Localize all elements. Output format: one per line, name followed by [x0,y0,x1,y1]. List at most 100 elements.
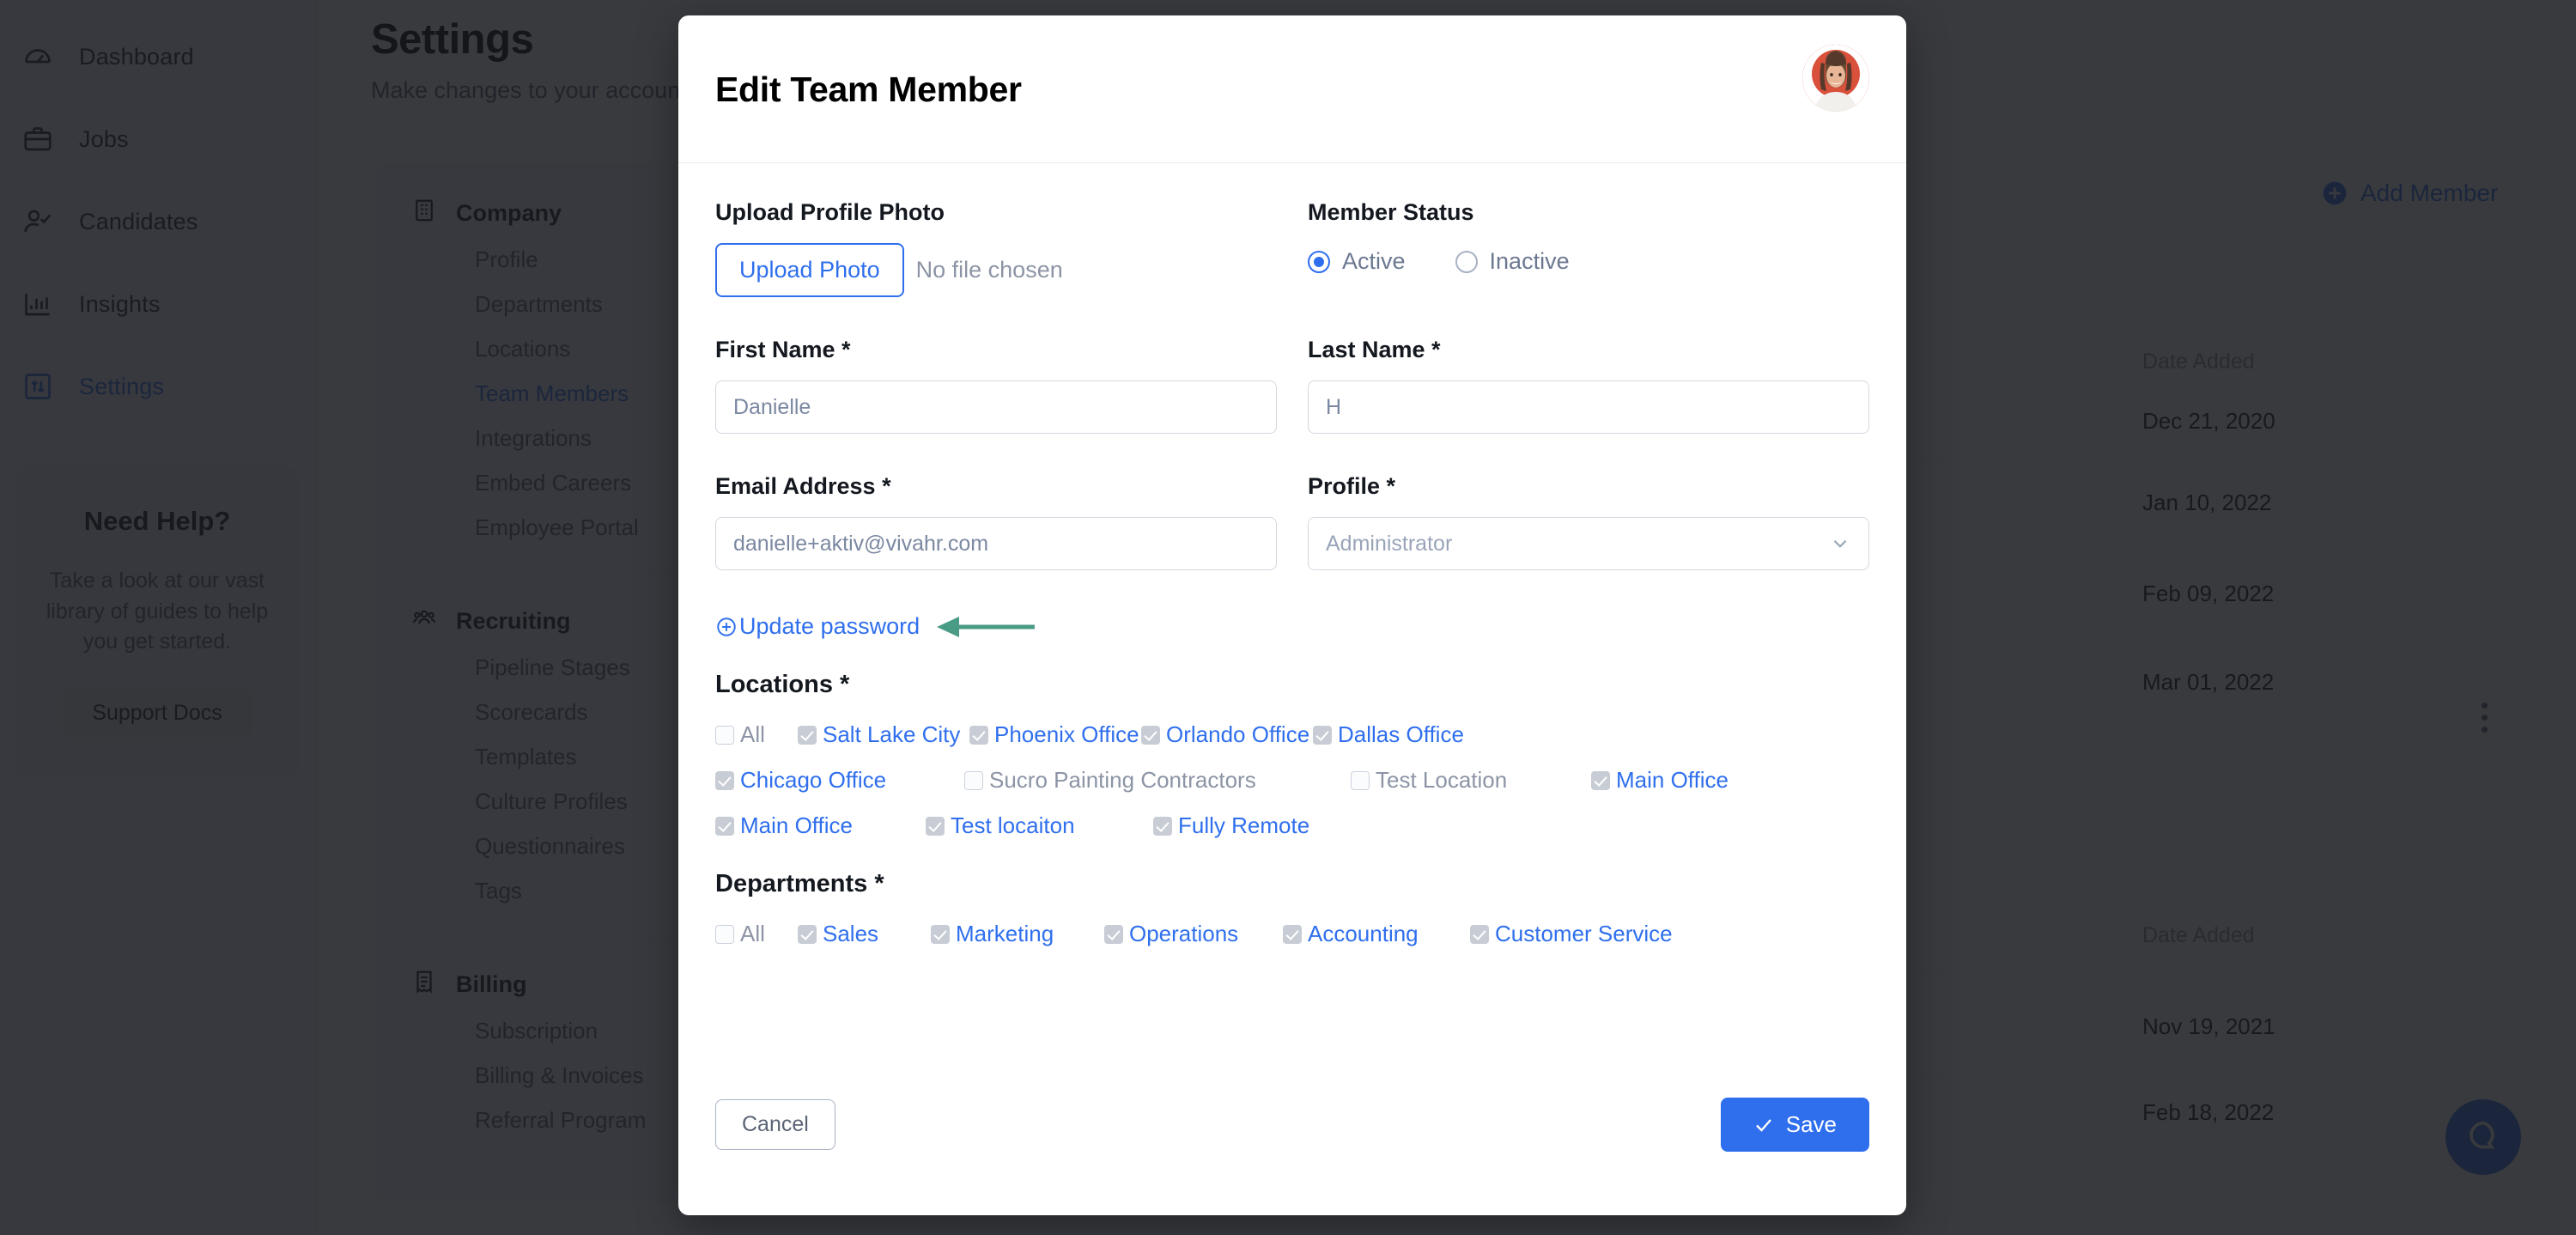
checkbox-box [798,924,817,944]
checkbox-box [1104,924,1123,944]
checkbox-box [715,725,734,745]
checkbox-row: Main Office Test locaiton Fully Remote [715,812,1869,839]
first-name-input[interactable]: Danielle [715,380,1277,434]
checkbox-box [1283,924,1302,944]
first-name-label: First Name * [715,337,851,362]
profile-select-value: Administrator [1326,531,1453,556]
checkbox-dept-accounting[interactable]: Accounting [1283,921,1470,947]
email-label: Email Address * [715,473,891,499]
checkbox-label: All [740,921,765,946]
chevron-down-icon [1829,532,1851,555]
checkbox-label: Test locaiton [951,812,1075,838]
checkbox-test-locaiton[interactable]: Test locaiton [926,812,1153,839]
checkbox-label: Phoenix Office [994,721,1139,747]
checkbox-label: Salt Lake City [823,721,961,747]
radio-active[interactable]: Active [1308,248,1406,275]
checkbox-dept-all[interactable]: All [715,921,798,947]
checkbox-box [964,770,983,790]
checkbox-label: Operations [1129,921,1239,946]
checkbox-box [1141,725,1160,745]
checkbox-label: Chicago Office [740,767,887,793]
locations-checkbox-group: All Salt Lake City Phoenix Office Orland… [715,721,1869,839]
departments-label: Departments * [715,870,884,897]
upload-photo-button[interactable]: Upload Photo [715,243,904,297]
checkbox-label: Main Office [1616,767,1729,793]
locations-label: Locations * [715,671,850,698]
checkbox-dept-operations[interactable]: Operations [1104,921,1283,947]
plus-circle-icon [715,616,738,638]
radio-label: Active [1342,248,1406,274]
last-name-group: Last Name * H [1308,337,1869,434]
upload-photo-group: Upload Profile Photo Upload Photo No fil… [715,199,1277,297]
checkbox-orlando-office[interactable]: Orlando Office [1141,721,1313,748]
checkbox-dallas-office[interactable]: Dallas Office [1313,721,1464,748]
file-status-text: No file chosen [915,257,1063,283]
checkbox-phoenix-office[interactable]: Phoenix Office [969,721,1141,748]
checkbox-row: All Sales Marketing Operations Accountin… [715,921,1869,947]
checkbox-box [1351,770,1370,790]
checkbox-label: Accounting [1308,921,1419,946]
checkbox-label: Test Location [1376,767,1508,793]
user-avatar-photo [1802,45,1869,112]
checkbox-box [926,816,945,836]
checkbox-box [715,770,734,790]
update-password-label: Update password [739,613,920,639]
last-name-label: Last Name * [1308,337,1441,362]
first-name-group: First Name * Danielle [715,337,1277,434]
member-status-label: Member Status [1308,199,1474,225]
checkbox-label: Sucro Painting Contractors [989,767,1256,793]
checkbox-label: Customer Service [1495,921,1673,946]
checkbox-label: Fully Remote [1178,812,1310,838]
checkbox-sucro-painting-contractors[interactable]: Sucro Painting Contractors [964,767,1351,794]
member-status-group: Member Status Active Inactive [1308,199,1869,297]
cancel-button[interactable]: Cancel [715,1099,835,1150]
last-name-input[interactable]: H [1308,380,1869,434]
checkbox-box [969,725,988,745]
checkbox-label: Marketing [956,921,1054,946]
checkbox-fully-remote[interactable]: Fully Remote [1153,812,1309,839]
checkbox-main-office[interactable]: Main Office [1591,767,1728,794]
checkbox-box [1470,924,1489,944]
checkbox-box [715,816,734,836]
avatar [1802,45,1869,112]
email-group: Email Address * danielle+aktiv@vivahr.co… [715,473,1277,570]
checkbox-box [715,924,734,944]
checkbox-main-office-2[interactable]: Main Office [715,812,926,839]
checkbox-all[interactable]: All [715,721,798,748]
checkbox-box [1153,816,1172,836]
upload-photo-label: Upload Profile Photo [715,199,945,225]
check-icon [1753,1115,1774,1135]
edit-team-member-modal: Edit Team Member Upload Profile Photo Up… [678,15,1906,1215]
checkbox-dept-sales[interactable]: Sales [798,921,931,947]
modal-header: Edit Team Member [678,15,1906,163]
checkbox-row: All Salt Lake City Phoenix Office Orland… [715,721,1869,748]
profile-select[interactable]: Administrator [1308,517,1869,570]
update-password-link[interactable]: Update password [715,613,920,640]
checkbox-test-location[interactable]: Test Location [1351,767,1591,794]
profile-label: Profile * [1308,473,1396,499]
checkbox-label: All [740,721,765,747]
left-arrow-annotation [933,616,1036,638]
save-button[interactable]: Save [1720,1098,1869,1152]
radio-dot-selected [1308,250,1330,273]
checkbox-chicago-office[interactable]: Chicago Office [715,767,964,794]
update-password-row: Update password [715,613,1869,640]
profile-group: Profile * Administrator [1308,473,1869,570]
radio-inactive[interactable]: Inactive [1455,248,1570,275]
departments-checkbox-group: All Sales Marketing Operations Accountin… [715,921,1869,947]
checkbox-salt-lake-city[interactable]: Salt Lake City [798,721,969,748]
checkbox-label: Dallas Office [1338,721,1464,747]
modal-footer: Cancel Save [678,1074,1906,1215]
checkbox-box [931,924,950,944]
save-label: Save [1785,1111,1837,1137]
email-input[interactable]: danielle+aktiv@vivahr.com [715,517,1277,570]
checkbox-label: Sales [823,921,879,946]
checkbox-label: Main Office [740,812,854,838]
radio-label: Inactive [1489,248,1570,274]
checkbox-dept-marketing[interactable]: Marketing [931,921,1104,947]
checkbox-box [798,725,817,745]
checkbox-box [1313,725,1332,745]
checkbox-dept-customer-service[interactable]: Customer Service [1470,921,1673,947]
checkbox-row: Chicago Office Sucro Painting Contractor… [715,767,1869,794]
modal-body: Upload Profile Photo Upload Photo No fil… [678,163,1906,947]
